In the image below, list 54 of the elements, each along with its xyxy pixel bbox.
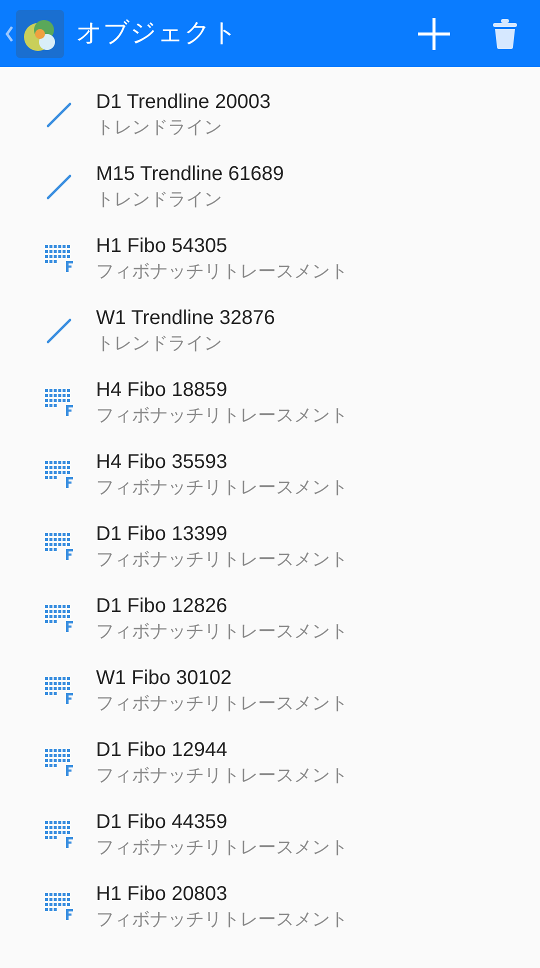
dotted-grid-icon xyxy=(45,605,75,633)
object-list-item[interactable]: D1 Trendline 20003 トレンドライン xyxy=(0,79,540,151)
object-list-item[interactable]: M15 Trendline 61689 トレンドライン xyxy=(0,151,540,223)
back-button[interactable] xyxy=(4,10,64,58)
dotted-grid-icon xyxy=(45,245,75,273)
object-type: フィボナッチリトレースメント xyxy=(96,836,348,860)
dotted-grid-icon xyxy=(45,749,75,777)
object-list-item[interactable]: D1 Fibo 13399 フィボナッチリトレースメント xyxy=(0,511,540,583)
object-list-item[interactable]: D1 Fibo 44359 フィボナッチリトレースメント xyxy=(0,799,540,871)
back-chevron-icon xyxy=(4,24,14,42)
dotted-grid-icon xyxy=(45,893,75,921)
dotted-grid-icon xyxy=(45,533,75,561)
object-name: D1 Fibo 12944 xyxy=(96,738,228,763)
object-list-item[interactable]: H4 Fibo 35593 フィボナッチリトレースメント xyxy=(0,439,540,511)
trash-icon xyxy=(493,18,517,48)
object-type: トレンドライン xyxy=(96,188,223,212)
object-name: D1 Fibo 13399 xyxy=(96,522,228,547)
dotted-grid-icon xyxy=(45,389,75,417)
object-type: フィボナッチリトレースメント xyxy=(96,548,348,572)
object-type: フィボナッチリトレースメント xyxy=(96,908,348,932)
object-type: フィボナッチリトレースメント xyxy=(96,404,348,428)
object-list-item[interactable]: H1 Fibo 20803 フィボナッチリトレースメント xyxy=(0,871,540,943)
object-type: フィボナッチリトレースメント xyxy=(96,692,348,716)
screen-title: オブジェクト xyxy=(76,17,239,50)
object-list-item[interactable]: H4 Fibo 18859 フィボナッチリトレースメント xyxy=(0,367,540,439)
object-type: フィボナッチリトレースメント xyxy=(96,620,348,644)
object-type: フィボナッチリトレースメント xyxy=(96,260,348,284)
object-list-item[interactable]: H1 Fibo 54305 フィボナッチリトレースメント xyxy=(0,223,540,295)
object-name: H1 Fibo 54305 xyxy=(96,234,228,259)
object-name: H4 Fibo 35593 xyxy=(96,450,228,475)
app-logo-icon xyxy=(16,10,64,58)
object-list-item[interactable]: W1 Trendline 32876 トレンドライン xyxy=(0,295,540,367)
diagonal-line-icon xyxy=(45,317,73,345)
object-name: H4 Fibo 18859 xyxy=(96,378,228,403)
object-type: トレンドライン xyxy=(96,332,223,356)
object-name: D1 Trendline 20003 xyxy=(96,90,271,115)
diagonal-line-icon xyxy=(45,173,73,201)
object-list-item[interactable]: D1 Fibo 12944 フィボナッチリトレースメント xyxy=(0,727,540,799)
object-list-item[interactable]: D1 Fibo 12826 フィボナッチリトレースメント xyxy=(0,583,540,655)
object-type: フィボナッチリトレースメント xyxy=(96,764,348,788)
object-type: フィボナッチリトレースメント xyxy=(96,476,348,500)
object-name: W1 Trendline 32876 xyxy=(96,306,276,331)
object-name: H1 Fibo 20803 xyxy=(96,882,228,907)
plus-icon xyxy=(417,16,451,50)
dotted-grid-icon xyxy=(45,461,75,489)
dotted-grid-icon xyxy=(45,677,75,705)
object-name: W1 Fibo 30102 xyxy=(96,666,233,691)
object-name: M15 Trendline 61689 xyxy=(96,162,284,187)
dotted-grid-icon xyxy=(45,821,75,849)
object-type: トレンドライン xyxy=(96,116,223,140)
diagonal-line-icon xyxy=(45,101,73,129)
object-name: D1 Fibo 12826 xyxy=(96,594,228,619)
object-name: D1 Fibo 44359 xyxy=(96,810,228,835)
object-list-item[interactable]: W1 Fibo 30102 フィボナッチリトレースメント xyxy=(0,655,540,727)
